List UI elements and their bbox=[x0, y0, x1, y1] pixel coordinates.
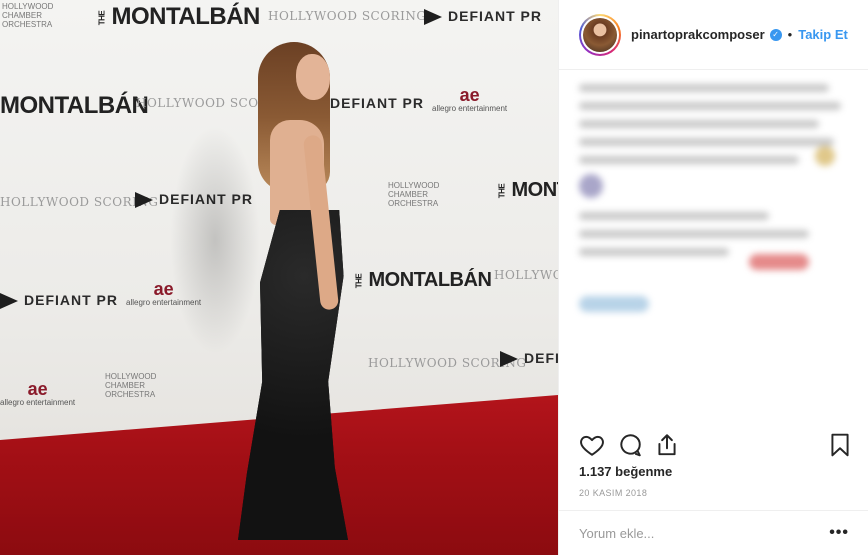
verified-badge-icon: ✓ bbox=[769, 28, 782, 41]
more-options-icon[interactable]: ••• bbox=[829, 524, 849, 542]
post-sidebar: pinartoprakcomposer ✓ • Takip Et 1.137 b bbox=[558, 0, 868, 555]
allegro-entertainment-logo: ae allegro entertainment bbox=[0, 379, 76, 407]
comment-input[interactable] bbox=[579, 525, 830, 541]
defiant-pr-logo: DEFIANT PR bbox=[0, 293, 118, 310]
hollywood-scoring-logo: HOLLYWOOD SCORING bbox=[268, 9, 427, 23]
allegro-entertainment-logo: ae allegro entertainment bbox=[432, 85, 508, 113]
chamber-orchestra-logo: HOLLYWOOD CHAMBER ORCHESTRA bbox=[105, 372, 157, 399]
post-date: 20 KASIM 2018 bbox=[579, 488, 648, 498]
defiant-pr-logo: DEFIANT PR bbox=[424, 9, 542, 26]
face bbox=[296, 54, 330, 100]
avatar-ring-inner bbox=[581, 15, 619, 54]
share-icon[interactable] bbox=[654, 432, 680, 458]
chamber-orchestra-logo: HOLLYWOOD CHAMBER ORCHESTRA bbox=[2, 2, 54, 29]
likes-count[interactable]: 1.137 beğenme bbox=[579, 464, 672, 479]
bookmark-icon[interactable] bbox=[827, 432, 853, 458]
hollywood-scoring-logo: HOLLYWOOD SCORING bbox=[494, 268, 558, 282]
add-comment-bar: ••• bbox=[559, 510, 868, 555]
avatar[interactable] bbox=[579, 13, 621, 56]
avatar-image bbox=[583, 17, 617, 52]
montalban-logo: THEMONTALBÁN bbox=[497, 179, 558, 201]
username-link[interactable]: pinartoprakcomposer bbox=[631, 27, 765, 42]
heart-icon[interactable] bbox=[579, 432, 605, 458]
montalban-logo: THEMONTALBÁN bbox=[97, 3, 260, 30]
montalban-logo: MONTALBÁN bbox=[0, 92, 149, 119]
woman-in-black-gown bbox=[200, 40, 400, 540]
comment-icon[interactable] bbox=[617, 432, 643, 458]
follow-button[interactable]: Takip Et bbox=[798, 27, 848, 42]
post-actions-bar bbox=[559, 428, 868, 464]
defiant-pr-logo: DEFIANT PR bbox=[500, 351, 558, 368]
post-header: pinartoprakcomposer ✓ • Takip Et bbox=[559, 0, 868, 70]
post-photo[interactable]: HOLLYWOOD CHAMBER ORCHESTRA THE MONTALBÁN… bbox=[0, 0, 558, 555]
separator-dot: • bbox=[787, 27, 793, 42]
blurred-comments-area bbox=[579, 84, 851, 324]
